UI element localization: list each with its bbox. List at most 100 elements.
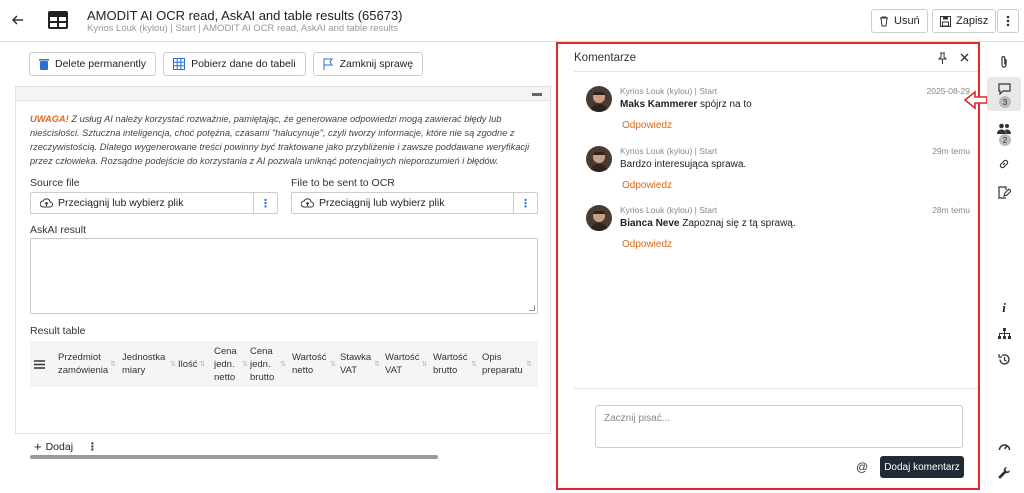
column-header-label: Wartość VAT	[385, 352, 420, 376]
column-header[interactable]: Ilość ⇅	[178, 341, 208, 387]
comment-text: Bardzo interesująca sprawa.	[620, 159, 746, 170]
sort-icon: ⇅	[471, 360, 477, 368]
table-menu-icon[interactable]	[34, 341, 48, 387]
comments-button[interactable]: 3	[987, 77, 1021, 111]
save-icon	[940, 15, 951, 27]
column-header[interactable]: Jednostka miary ⇅	[122, 341, 176, 387]
comment-time: 28m temu	[932, 205, 970, 215]
warning-body: Z usług AI należy korzystać rozważnie, p…	[30, 114, 530, 166]
sort-icon: ⇅	[170, 360, 176, 368]
delete-permanently-button[interactable]: Delete permanently	[29, 52, 157, 76]
delete-permanently-label: Delete permanently	[55, 58, 147, 70]
comment-time: 29m temu	[932, 146, 970, 156]
cloud-upload-icon	[40, 198, 53, 208]
users-icon	[997, 123, 1011, 134]
column-header-label: Cena jedn. brutto	[250, 345, 275, 383]
sitemap-icon	[997, 327, 1011, 339]
column-header[interactable]: Cena jedn. brutto ⇅	[250, 341, 286, 387]
comment-input[interactable]: Zacznij pisać...	[595, 405, 963, 448]
add-comment-button[interactable]: Dodaj komentarz	[880, 456, 964, 478]
column-header-label: Opis preparatu	[482, 352, 523, 376]
sign-document-button[interactable]	[987, 175, 1021, 209]
column-header[interactable]: Wartość VAT ⇅	[385, 341, 427, 387]
close-case-label: Zamknij sprawę	[339, 58, 414, 70]
comment-mention[interactable]: Bianca Neve	[620, 218, 679, 229]
comment-body: spójrz na to	[697, 99, 752, 110]
close-case-button[interactable]: Zamknij sprawę	[312, 52, 424, 76]
form-panel: ▬ UWAGA! Z usług AI należy korzystać roz…	[15, 86, 551, 459]
trash-icon	[880, 16, 888, 26]
avatar	[586, 86, 612, 112]
back-arrow-icon[interactable]	[10, 12, 26, 28]
close-icon[interactable]	[960, 53, 969, 62]
comments-title: Komentarze	[574, 52, 637, 64]
reply-link[interactable]: Odpowiedz	[622, 120, 672, 131]
delete-button[interactable]: Usuń	[871, 9, 928, 33]
fetch-table-data-button[interactable]: Pobierz dane do tabeli	[163, 52, 306, 76]
source-file-input[interactable]: Przeciągnij lub wybierz plik ⋮	[30, 192, 278, 214]
ocr-file-menu-button[interactable]: ⋮	[513, 193, 537, 213]
breadcrumb: Kyrios Louk (kylou) | Start | AMODIT AI …	[87, 23, 398, 34]
gauge-icon	[998, 443, 1010, 450]
add-row-button[interactable]: + Dodaj ⋮	[34, 439, 98, 454]
column-header-label: Wartość brutto	[433, 352, 468, 376]
header: AMODIT AI OCR read, AskAI and table resu…	[0, 0, 1024, 42]
resize-handle[interactable]	[529, 305, 535, 311]
askai-result-textarea[interactable]	[30, 238, 538, 314]
horizontal-scrollbar[interactable]	[30, 455, 438, 459]
right-sidebar: 3 2 i	[985, 42, 1024, 493]
kebab-icon	[1006, 15, 1010, 27]
comments-count-badge: 3	[999, 96, 1011, 108]
source-file-label: Source file	[30, 177, 80, 189]
source-file-placeholder: Przeciągnij lub wybierz plik	[58, 197, 184, 209]
column-header[interactable]: Wartość brutto ⇅	[433, 341, 477, 387]
comment-body: Zapoznaj się z tą sprawą.	[679, 218, 796, 229]
users-button[interactable]: 2	[987, 116, 1021, 150]
cloud-upload-icon	[301, 198, 314, 208]
add-row-label: Dodaj	[45, 440, 74, 453]
column-header[interactable]: Wartość netto ⇅	[292, 341, 336, 387]
column-header[interactable]: Stawka VAT ⇅	[340, 341, 380, 387]
attachment-button[interactable]	[987, 45, 1021, 79]
reply-link[interactable]: Odpowiedz	[622, 239, 672, 250]
source-file-menu-button[interactable]: ⋮	[253, 193, 277, 213]
reply-link[interactable]: Odpowiedz	[622, 180, 672, 191]
ocr-file-input[interactable]: Przeciągnij lub wybierz plik ⋮	[291, 192, 538, 214]
column-header-label: Cena jedn. netto	[214, 345, 237, 383]
panel-header: ▬	[16, 87, 550, 101]
history-button[interactable]	[987, 342, 1021, 376]
page-title: AMODIT AI OCR read, AskAI and table resu…	[87, 8, 403, 23]
fetch-table-label: Pobierz dane do tabeli	[191, 58, 296, 70]
pin-icon[interactable]	[938, 52, 947, 64]
collapse-icon[interactable]: ▬	[532, 88, 542, 99]
ocr-file-label: File to be sent to OCR	[291, 177, 395, 189]
divider	[574, 388, 978, 389]
add-row-menu-icon[interactable]: ⋮	[87, 441, 98, 453]
column-header[interactable]: Przedmiot zamówienia ⇅	[58, 341, 116, 387]
paperclip-icon	[1001, 56, 1007, 68]
sort-icon: ⇅	[421, 360, 428, 368]
comment-mention[interactable]: Maks Kammerer	[620, 99, 697, 110]
column-header[interactable]: Cena jedn. netto ⇅	[214, 341, 248, 387]
more-menu-button[interactable]	[997, 9, 1019, 33]
mention-button[interactable]: @	[856, 460, 868, 474]
ai-warning-text: UWAGA! Z usług AI należy korzystać rozwa…	[30, 112, 540, 168]
save-button[interactable]: Zapisz	[932, 9, 997, 33]
tools-button[interactable]	[987, 456, 1021, 490]
sort-icon: ⇅	[330, 360, 336, 368]
comment-icon	[997, 83, 1011, 95]
wrench-icon	[998, 466, 1010, 478]
ocr-file-placeholder: Przeciągnij lub wybierz plik	[319, 197, 445, 209]
warning-prefix: UWAGA!	[30, 114, 69, 124]
grid-icon	[173, 58, 186, 70]
column-header-label: Stawka VAT	[340, 352, 372, 376]
comment-author: Kyrios Louk (kylou) | Start	[620, 205, 718, 215]
info-icon: i	[1002, 300, 1006, 315]
sort-icon: ⇅	[110, 360, 117, 368]
result-table-label: Result table	[30, 325, 86, 337]
trash-icon	[39, 59, 49, 70]
comment-author: Kyrios Louk (kylou) | Start	[620, 86, 718, 96]
column-header-label: Jednostka miary	[122, 352, 166, 376]
link-icon	[999, 159, 1009, 169]
column-header[interactable]: Opis preparatu ⇅	[482, 341, 532, 387]
